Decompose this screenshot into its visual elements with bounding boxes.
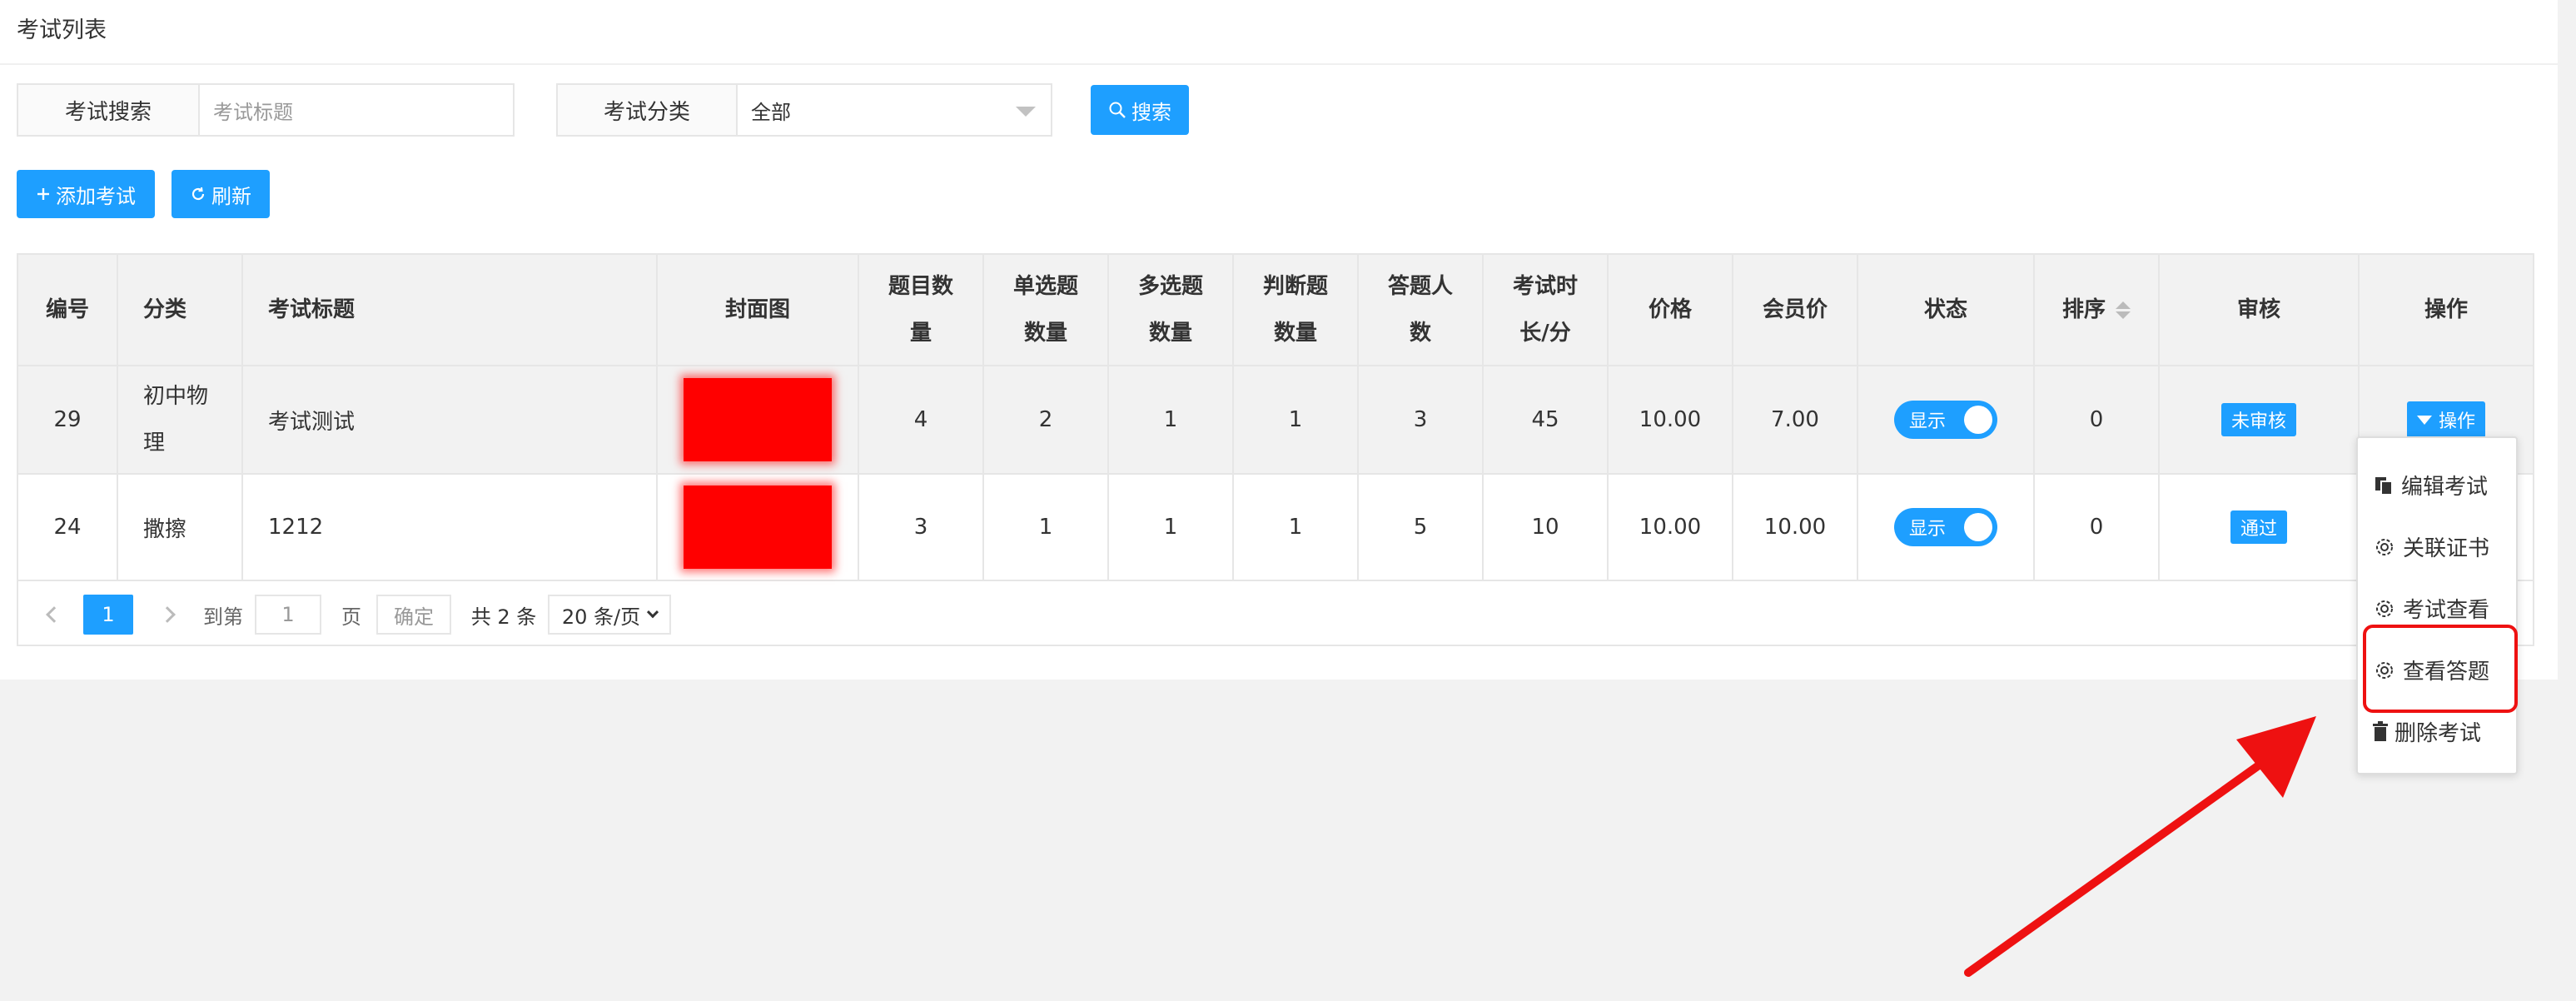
arrow-annotation: [1964, 716, 2316, 977]
